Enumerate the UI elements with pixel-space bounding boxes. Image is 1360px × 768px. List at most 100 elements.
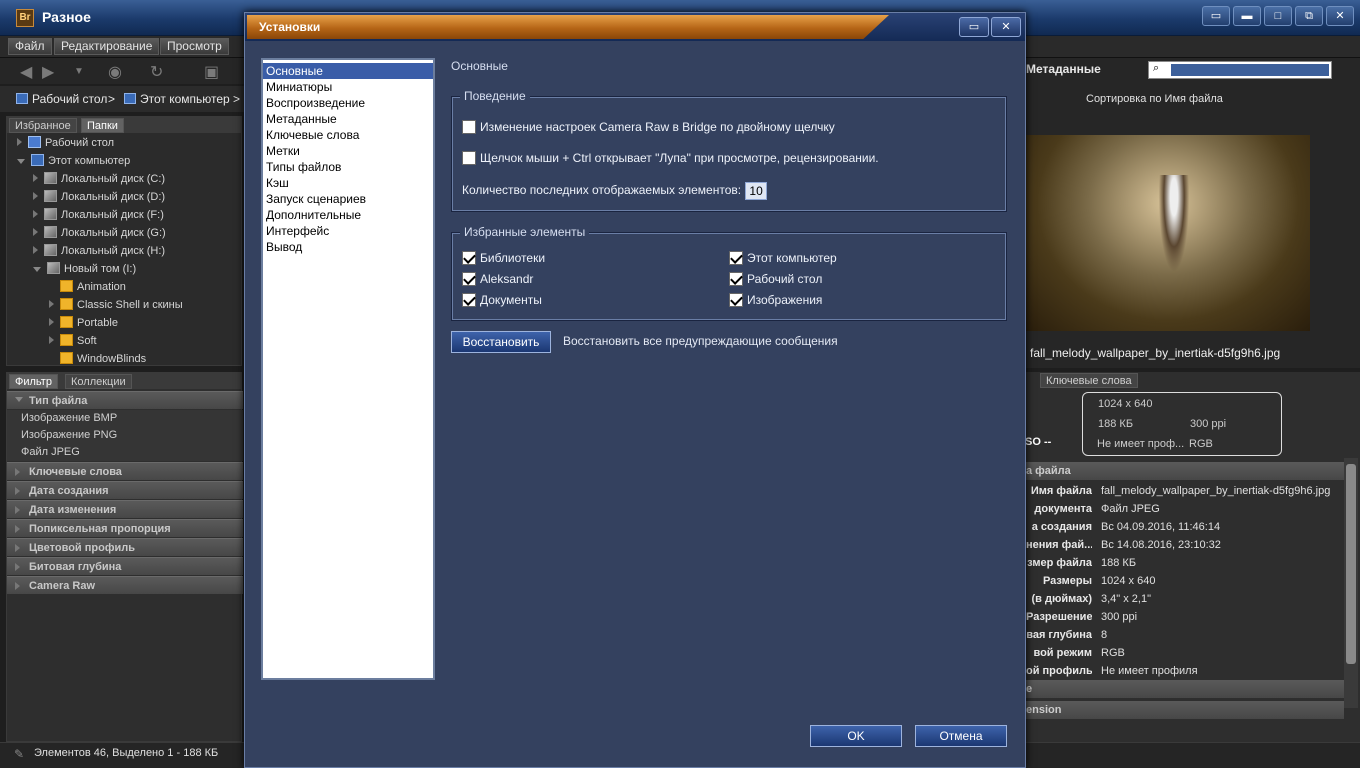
fav-desktop-option[interactable]: Рабочий стол bbox=[729, 270, 822, 288]
expand-icon[interactable] bbox=[33, 246, 38, 254]
category-item-file-types[interactable]: Типы файлов bbox=[263, 159, 433, 175]
expand-icon[interactable] bbox=[33, 174, 38, 182]
reveal-icon[interactable]: ◉ bbox=[108, 62, 122, 82]
fav-pictures-checkbox[interactable] bbox=[729, 293, 743, 307]
expand-icon[interactable] bbox=[17, 138, 22, 146]
filter-group[interactable]: Битовая глубина bbox=[7, 557, 243, 575]
menu-file[interactable]: Файл bbox=[8, 38, 52, 55]
expand-icon[interactable] bbox=[33, 228, 38, 236]
restore-warnings-button[interactable]: Восстановить bbox=[451, 331, 551, 353]
camera-icon[interactable]: ▣ bbox=[204, 62, 219, 82]
tree-item[interactable]: Этот компьютер bbox=[17, 153, 130, 169]
search-field[interactable] bbox=[1171, 64, 1329, 76]
tab-keywords[interactable]: Ключевые слова bbox=[1040, 373, 1138, 388]
dialog-close-button[interactable]: ✕ bbox=[991, 17, 1021, 37]
filter-group[interactable]: Цветовой профиль bbox=[7, 538, 243, 556]
fav-documents-option[interactable]: Документы bbox=[462, 291, 542, 309]
thumbnail-caption[interactable]: fall_melody_wallpaper_by_inertiak-d5fg9h… bbox=[1030, 346, 1280, 360]
sort-by-label[interactable]: Сортировка по Имя файла bbox=[1086, 93, 1223, 105]
tab-folders[interactable]: Папки bbox=[81, 118, 124, 133]
tree-item[interactable]: Animation bbox=[49, 279, 126, 295]
tree-item[interactable]: Локальный диск (C:) bbox=[33, 171, 165, 187]
fav-computer-checkbox[interactable] bbox=[729, 251, 743, 265]
category-item-playback[interactable]: Воспроизведение bbox=[263, 95, 433, 111]
tree-item[interactable]: Локальный диск (G:) bbox=[33, 225, 166, 241]
metadata-section-file[interactable]: а файла bbox=[1026, 462, 1344, 480]
tree-item[interactable]: Локальный диск (H:) bbox=[33, 243, 165, 259]
tree-item[interactable]: Soft bbox=[49, 333, 97, 349]
expand-icon[interactable] bbox=[33, 210, 38, 218]
fav-libraries-option[interactable]: Библиотеки bbox=[462, 249, 545, 267]
tree-item[interactable]: Локальный диск (F:) bbox=[33, 207, 164, 223]
collapse-icon[interactable] bbox=[17, 159, 25, 164]
thumbnail-image[interactable] bbox=[1026, 135, 1310, 331]
forward-arrow-icon[interactable]: ▶ bbox=[42, 62, 54, 82]
tree-item[interactable]: Новый том (I:) bbox=[33, 261, 136, 277]
filter-group[interactable]: Camera Raw bbox=[7, 576, 243, 594]
recent-items-input[interactable]: 10 bbox=[745, 182, 768, 200]
tree-item[interactable]: Classic Shell и скины bbox=[49, 297, 183, 313]
filter-item[interactable]: Изображение PNG bbox=[7, 427, 243, 444]
breadcrumb-desktop[interactable]: Рабочий стол bbox=[16, 92, 107, 106]
category-item-cache[interactable]: Кэш bbox=[263, 175, 433, 191]
tree-item[interactable]: Локальный диск (D:) bbox=[33, 189, 165, 205]
category-item-labels[interactable]: Метки bbox=[263, 143, 433, 159]
filter-group[interactable]: Дата создания bbox=[7, 481, 243, 499]
fav-user-checkbox[interactable] bbox=[462, 272, 476, 286]
category-item-advanced[interactable]: Дополнительные bbox=[263, 207, 433, 223]
camera-raw-checkbox[interactable] bbox=[462, 120, 476, 134]
expand-icon[interactable] bbox=[33, 192, 38, 200]
loupe-option[interactable]: Щелчок мыши + Ctrl открывает "Лупа" при … bbox=[462, 149, 879, 167]
fav-pictures-option[interactable]: Изображения bbox=[729, 291, 822, 309]
menu-view[interactable]: Просмотр bbox=[160, 38, 229, 55]
dialog-restore-button[interactable]: ▭ bbox=[959, 17, 989, 37]
filter-group[interactable]: Ключевые слова bbox=[7, 462, 243, 480]
metadata-scrollbar[interactable] bbox=[1344, 458, 1358, 708]
filter-group[interactable]: Дата изменения bbox=[7, 500, 243, 518]
search-input[interactable]: ⌕ bbox=[1148, 61, 1332, 79]
expand-icon[interactable] bbox=[49, 318, 54, 326]
restore-button[interactable]: ⧉ bbox=[1295, 6, 1323, 26]
fav-user-option[interactable]: Aleksandr bbox=[462, 270, 533, 288]
category-item-output[interactable]: Вывод bbox=[263, 239, 433, 255]
filter-item[interactable]: Файл JPEG bbox=[7, 444, 243, 461]
category-item-keywords[interactable]: Ключевые слова bbox=[263, 127, 433, 143]
metadata-workspace-label[interactable]: Метаданные bbox=[1026, 62, 1101, 76]
filter-group-file-type[interactable]: Тип файла bbox=[7, 391, 243, 409]
category-item-interface[interactable]: Интерфейс bbox=[263, 223, 433, 239]
category-item-metadata[interactable]: Метаданные bbox=[263, 111, 433, 127]
ok-button[interactable]: OK bbox=[810, 725, 902, 747]
camera-raw-option[interactable]: Изменение настроек Camera Raw в Bridge п… bbox=[462, 118, 835, 136]
expand-icon[interactable] bbox=[49, 300, 54, 308]
tab-filter[interactable]: Фильтр bbox=[9, 374, 58, 389]
pin-icon[interactable]: ✎ bbox=[14, 747, 24, 761]
category-item-general[interactable]: Основные bbox=[263, 63, 433, 79]
menu-edit[interactable]: Редактирование bbox=[54, 38, 160, 55]
expand-icon[interactable] bbox=[49, 336, 54, 344]
fav-libraries-checkbox[interactable] bbox=[462, 251, 476, 265]
tab-favorites[interactable]: Избранное bbox=[9, 118, 77, 133]
category-item-startup-scripts[interactable]: Запуск сценариев bbox=[263, 191, 433, 207]
tree-item[interactable]: Portable bbox=[49, 315, 118, 331]
rotate-icon[interactable]: ↻ bbox=[150, 62, 163, 82]
scroll-thumb[interactable] bbox=[1346, 464, 1356, 664]
metadata-section[interactable]: ension bbox=[1026, 701, 1344, 719]
back-arrow-icon[interactable]: ◀ bbox=[20, 62, 32, 82]
fav-desktop-checkbox[interactable] bbox=[729, 272, 743, 286]
cancel-button[interactable]: Отмена bbox=[915, 725, 1007, 747]
loupe-checkbox[interactable] bbox=[462, 151, 476, 165]
breadcrumb-computer[interactable]: Этот компьютер bbox=[124, 92, 230, 106]
maximize-button[interactable]: □ bbox=[1264, 6, 1292, 26]
mini-mode-button[interactable]: ▭ bbox=[1202, 6, 1230, 26]
tab-collections[interactable]: Коллекции bbox=[65, 374, 132, 389]
filter-item[interactable]: Изображение BMP bbox=[7, 410, 243, 427]
tree-item[interactable]: Рабочий стол bbox=[17, 135, 114, 151]
history-dropdown-icon[interactable]: ▼ bbox=[74, 66, 84, 77]
filter-group[interactable]: Попиксельная пропорция bbox=[7, 519, 243, 537]
fav-computer-option[interactable]: Этот компьютер bbox=[729, 249, 837, 267]
metadata-section[interactable]: e bbox=[1026, 680, 1344, 698]
category-item-thumbnails[interactable]: Миниатюры bbox=[263, 79, 433, 95]
minimize-button[interactable]: ▬ bbox=[1233, 6, 1261, 26]
close-button[interactable]: ✕ bbox=[1326, 6, 1354, 26]
fav-documents-checkbox[interactable] bbox=[462, 293, 476, 307]
